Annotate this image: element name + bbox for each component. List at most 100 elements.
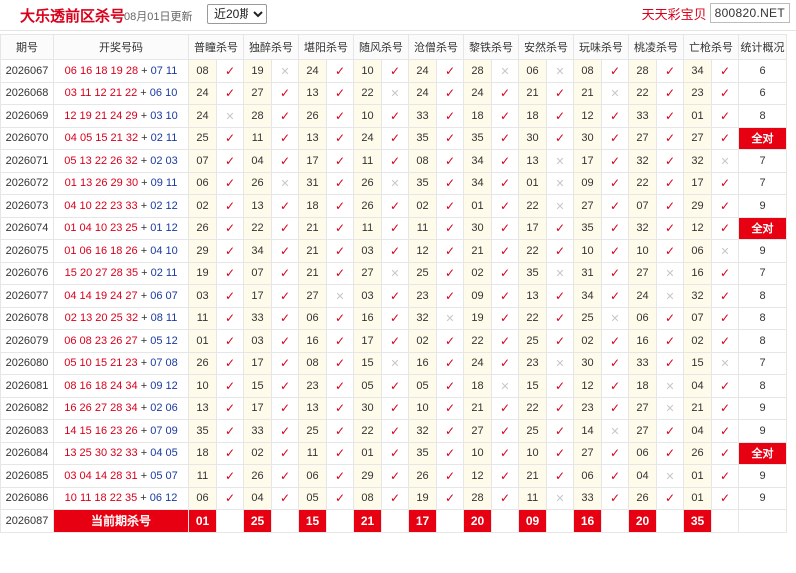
check-icon: ✓ [271,104,299,128]
back-numbers: 08 11 [150,312,178,325]
check-mark: ✓ [224,198,236,213]
plus-sign: + [138,177,151,190]
check-mark: ✓ [279,288,291,303]
kill-number-cell: 17 [353,329,382,353]
check-mark: ✓ [554,131,566,146]
check-icon: ✓ [436,81,464,105]
header-expert-3[interactable]: 堪阳杀号 [298,34,354,60]
cross-icon: ✕ [271,171,299,195]
check-icon: ✓ [546,284,574,308]
cross-mark: ✕ [555,493,565,506]
kill-number-cell: 22 [518,396,547,420]
current-kill-number: 09 [518,509,547,533]
period-cell: 2026078 [0,306,54,330]
check-icon: ✓ [216,239,244,263]
check-mark: ✓ [499,491,511,506]
kill-number-cell: 17 [243,351,272,375]
kill-number-cell: 08 [573,59,602,83]
header-expert-9[interactable]: 桃凌杀号 [628,34,684,60]
plus-sign: + [137,289,151,302]
check-mark: ✓ [224,131,236,146]
header-expert-5[interactable]: 沧僧杀号 [408,34,464,60]
kill-number-cell: 35 [408,171,437,195]
check-icon: ✓ [711,306,739,330]
check-mark: ✓ [279,86,291,101]
check-mark: ✓ [389,221,401,236]
check-mark: ✓ [554,468,566,483]
check-mark: ✓ [279,401,291,416]
brand[interactable]: 天天彩宝贝 800820.NET [642,3,790,23]
draw-numbers-cell: 05 13 22 26 32 + 02 03 [53,149,189,173]
header-expert-10[interactable]: 亡枪杀号 [683,34,739,60]
check-mark: ✓ [279,311,291,326]
front-numbers: 01 06 16 18 26 [64,244,138,257]
check-mark: ✓ [389,311,401,326]
check-icon: ✓ [711,374,739,398]
check-mark: ✓ [664,311,676,326]
stat-count: 7 [738,351,787,375]
check-mark: ✓ [609,63,621,78]
kill-number-cell: 33 [573,486,602,510]
brand-name[interactable]: 天天彩宝贝 [642,4,707,23]
header-expert-7[interactable]: 安然杀号 [518,34,574,60]
kill-number-cell: 28 [243,104,272,128]
kill-number-cell: 04 [243,486,272,510]
plus-sign: + [137,469,151,482]
header-expert-6[interactable]: 黎铁杀号 [463,34,519,60]
brand-domain[interactable]: 800820.NET [709,3,790,23]
kill-number-cell: 28 [463,59,492,83]
period-cell: 2026077 [0,284,54,308]
kill-number-cell: 30 [573,126,602,150]
kill-number-cell: 27 [573,194,602,218]
kill-number-cell: 12 [573,374,602,398]
check-icon: ✓ [271,374,299,398]
current-empty-cell [381,509,409,533]
kill-number-cell: 02 [683,329,712,353]
kill-number-cell: 22 [463,329,492,353]
cross-icon: ✕ [381,351,409,375]
kill-number-cell: 32 [628,216,657,240]
kill-number-cell: 07 [683,306,712,330]
kill-number-cell: 06 [628,441,657,465]
check-icon: ✓ [326,306,354,330]
front-numbers: 04 14 19 24 27 [64,289,138,302]
check-icon: ✓ [546,81,574,105]
kill-number-cell: 24 [408,59,437,83]
check-icon: ✓ [326,171,354,195]
check-mark: ✓ [389,446,401,461]
check-icon: ✓ [546,104,574,128]
kill-number-cell: 13 [518,149,547,173]
header-expert-2[interactable]: 独醉杀号 [243,34,299,60]
kill-number-cell: 11 [408,216,437,240]
check-icon: ✓ [216,396,244,420]
header-expert-8[interactable]: 玩味杀号 [573,34,629,60]
front-numbers: 13 25 30 32 33 [64,447,138,460]
check-icon: ✓ [271,441,299,465]
kill-number-cell: 17 [243,396,272,420]
draw-numbers-cell: 03 04 14 28 31 + 05 07 [53,464,189,488]
kill-number-cell: 27 [463,419,492,443]
check-icon: ✓ [601,486,629,510]
check-icon: ✓ [711,284,739,308]
check-mark: ✓ [719,288,731,303]
check-mark: ✓ [224,333,236,348]
header-expert-4[interactable]: 随风杀号 [353,34,409,60]
kill-number-cell: 10 [518,441,547,465]
cross-icon: ✕ [656,374,684,398]
check-mark: ✓ [609,266,621,281]
check-icon: ✓ [656,419,684,443]
check-mark: ✓ [279,108,291,123]
cross-mark: ✕ [665,403,675,416]
kill-number-cell: 12 [683,216,712,240]
kill-number-cell: 12 [573,104,602,128]
period-range-select[interactable]: 近20期 [207,4,267,24]
kill-number-cell: 07 [188,149,217,173]
kill-number-cell: 28 [628,59,657,83]
table-row: 2026067 06 16 18 19 28 + 07 11 08 ✓ 19 ✕ 24 ✓ 10… [0,59,787,83]
header-expert-1[interactable]: 普瞳杀号 [188,34,244,60]
check-icon: ✓ [216,306,244,330]
kill-number-cell: 34 [683,59,712,83]
current-kill-number: 16 [573,509,602,533]
check-icon: ✓ [326,149,354,173]
check-mark: ✓ [279,221,291,236]
